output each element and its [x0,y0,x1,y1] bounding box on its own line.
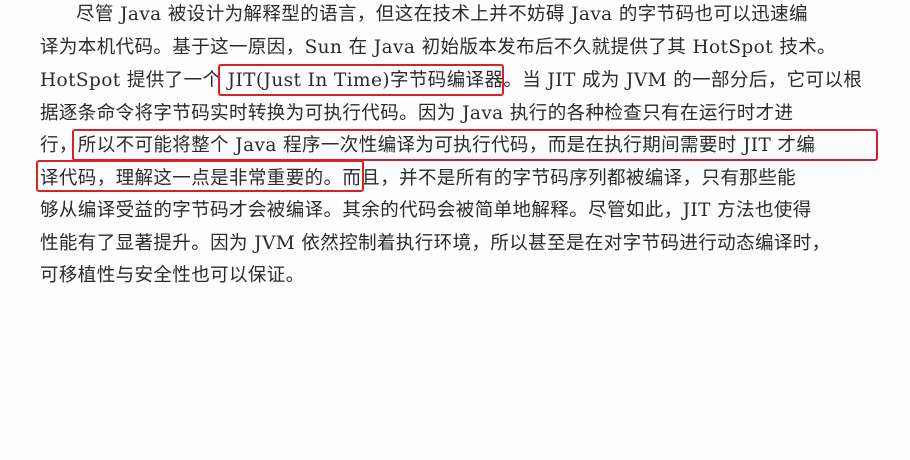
highlight-box-line-6 [36,160,364,192]
paragraph-line-8: 性能有了显著提升。因为 JVM 依然控制着执行环境，所以甚至是在对字节码进行动态… [40,233,831,254]
paragraph-line-9: 可移植性与安全性也可以保证。 [40,265,305,286]
paragraph-line-1: 尽管 Java 被设计为解释型的语言，但这在技术上并不妨碍 Java 的字节码也… [76,4,808,25]
paragraph-line-4: 据逐条命令将字节码实时转换为可执行代码。因为 Java 执行的各种检查只有在运行… [40,103,794,124]
paragraph-line-2: 译为本机代码。基于这一原因，Sun 在 Java 初始版本发布后不久就提供了其 … [40,37,837,58]
document-page: 尽管 Java 被设计为解释型的语言，但这在技术上并不妨碍 Java 的字节码也… [0,0,910,460]
highlight-box-line-5 [72,129,878,161]
highlight-box-jit-compiler [218,64,504,96]
paragraph-line-7: 够从编译受益的字节码才会被编译。其余的代码会被简单地解释。尽管如此，JIT 方法… [40,200,812,221]
